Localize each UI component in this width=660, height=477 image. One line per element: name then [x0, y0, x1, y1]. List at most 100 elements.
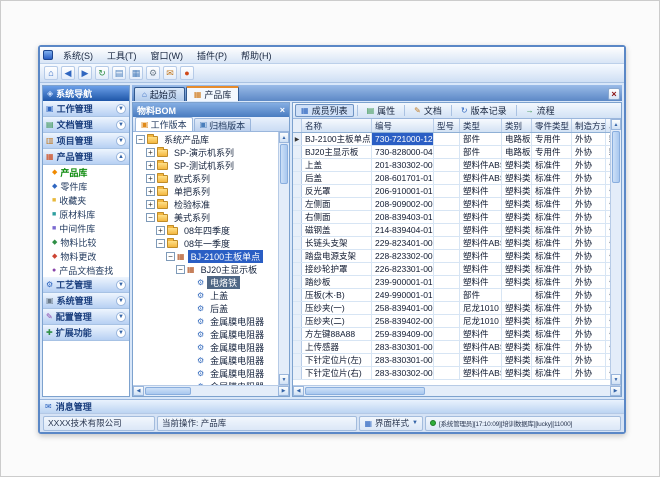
- tree-node[interactable]: ⚙金属膜电阻器: [133, 367, 278, 380]
- table-cell[interactable]: 压板(木·B): [302, 289, 372, 301]
- table-cell[interactable]: 接纱轮护罩: [302, 263, 372, 275]
- forward-icon[interactable]: ▶: [78, 66, 92, 80]
- table-cell[interactable]: 塑料类: [502, 185, 532, 197]
- table-cell[interactable]: 塑料件: [460, 354, 502, 366]
- column-header[interactable]: 名称: [302, 119, 372, 132]
- table-cell[interactable]: [434, 133, 460, 145]
- table-cell[interactable]: 283-830302-00E: [372, 367, 434, 379]
- table-row[interactable]: 压纱夹(一)258-839401-00E尼龙1010塑料类标准件外协条: [293, 302, 610, 315]
- table-cell[interactable]: 塑料件ABS: [460, 341, 502, 353]
- table-cell[interactable]: [434, 315, 460, 327]
- tree-node[interactable]: ⚙后盖: [133, 302, 278, 315]
- table-cell[interactable]: 259-839409-00E: [372, 328, 434, 340]
- table-cell[interactable]: 塑料件: [460, 328, 502, 340]
- table-cell[interactable]: 标准件: [532, 172, 572, 184]
- table-cell[interactable]: [434, 146, 460, 158]
- table-cell[interactable]: 208-601701-01E: [372, 172, 434, 184]
- tab-working-version[interactable]: ▣ 工作版本: [135, 117, 193, 131]
- table-cell[interactable]: BJ20主显示板: [302, 146, 372, 158]
- tree-node[interactable]: +欧式系列: [133, 172, 278, 185]
- tree-node[interactable]: +单把系列: [133, 185, 278, 198]
- tree-node[interactable]: −美式系列: [133, 211, 278, 224]
- table-cell[interactable]: 塑料类: [502, 341, 532, 353]
- table-cell[interactable]: 外协: [572, 250, 606, 262]
- table-cell[interactable]: 标准件: [532, 328, 572, 340]
- table-cell[interactable]: 外协: [572, 185, 606, 197]
- chevron-down-icon[interactable]: ▼: [116, 136, 126, 146]
- tree-toggle-minus-icon[interactable]: −: [156, 239, 165, 248]
- column-header[interactable]: 类型: [460, 119, 502, 132]
- row-selector[interactable]: [293, 159, 302, 171]
- tree-node[interactable]: −系统产品库: [133, 133, 278, 146]
- table-cell[interactable]: [434, 224, 460, 236]
- home-icon[interactable]: ⌂: [44, 66, 58, 80]
- row-selector[interactable]: [293, 302, 302, 314]
- column-header[interactable]: 类别: [502, 119, 532, 132]
- tree-node[interactable]: +SP-演示机系列: [133, 146, 278, 159]
- nav-group-system-mgmt[interactable]: ▣ 系统管理 ▼: [43, 293, 129, 309]
- table-cell[interactable]: 标准件: [532, 263, 572, 275]
- tree-node[interactable]: +08年四季度: [133, 224, 278, 237]
- nav-item-material-change[interactable]: ◆ 物料更改: [43, 249, 129, 263]
- table-cell[interactable]: 下针定位片(右): [302, 367, 372, 379]
- tab-member-list[interactable]: ▦ 成员列表: [295, 104, 354, 117]
- tree-node[interactable]: ⚙金属膜电阻器: [133, 328, 278, 341]
- tab-workflow[interactable]: → 流程: [520, 104, 561, 117]
- menu-item-1[interactable]: 工具(T): [101, 48, 143, 63]
- nav-group-work-mgmt[interactable]: ▣ 工作管理 ▼: [43, 101, 129, 117]
- table-cell[interactable]: 229-823401-00E: [372, 237, 434, 249]
- table-cell[interactable]: 外协: [572, 211, 606, 223]
- table-cell[interactable]: 外协: [572, 302, 606, 314]
- table-cell[interactable]: 标准件: [532, 276, 572, 288]
- table-cell[interactable]: 外协: [572, 224, 606, 236]
- table-cell[interactable]: 塑料类: [502, 367, 532, 379]
- table-cell[interactable]: 反光罩: [302, 185, 372, 197]
- table-cell[interactable]: 外协: [572, 315, 606, 327]
- table-row[interactable]: 右侧面208-839403-01E塑料件塑料类标准件外协条: [293, 211, 610, 224]
- table-cell[interactable]: 标准件: [532, 315, 572, 327]
- table-row[interactable]: 长链头支架229-823401-00E塑料件ABS塑料类标准件外协条: [293, 237, 610, 250]
- table-cell[interactable]: 踏纱板: [302, 276, 372, 288]
- table-row[interactable]: 上盖201-830302-00E塑料件ABS塑料类标准件外协条: [293, 159, 610, 172]
- tree-toggle-plus-icon[interactable]: +: [146, 200, 155, 209]
- refresh-icon[interactable]: ↻: [95, 66, 109, 80]
- tree-node[interactable]: ⚙电烙铁: [133, 276, 278, 289]
- scroll-left-icon[interactable]: ◀: [293, 386, 304, 396]
- table-cell[interactable]: [434, 159, 460, 171]
- scroll-up-icon[interactable]: ▲: [279, 132, 289, 143]
- tree-toggle-minus-icon[interactable]: −: [166, 252, 175, 261]
- table-cell[interactable]: 塑料件: [460, 224, 502, 236]
- row-selector[interactable]: [293, 185, 302, 197]
- table-row[interactable]: 踏盘电源支架228-823302-00E塑料件塑料类标准件外协条: [293, 250, 610, 263]
- table-cell[interactable]: 标准件: [532, 198, 572, 210]
- table-cell[interactable]: 标准件: [532, 224, 572, 236]
- tab-documents[interactable]: ✎ 文档: [408, 104, 448, 117]
- nav-group-project-mgmt[interactable]: ▥ 项目管理 ▼: [43, 133, 129, 149]
- table-cell[interactable]: 方左键88A88: [302, 328, 372, 340]
- table-cell[interactable]: 塑料类: [502, 354, 532, 366]
- row-selector[interactable]: [293, 263, 302, 275]
- row-selector[interactable]: [293, 172, 302, 184]
- table-cell[interactable]: 283-830301-00E: [372, 341, 434, 353]
- table-cell[interactable]: 下针定位片(左): [302, 354, 372, 366]
- table-cell[interactable]: 塑料类: [502, 328, 532, 340]
- nav-item-part-library[interactable]: ◆ 零件库: [43, 179, 129, 193]
- table-cell[interactable]: 外协: [572, 276, 606, 288]
- table-cell[interactable]: 尼龙1010: [460, 302, 502, 314]
- table-row[interactable]: 下针定位片(右)283-830302-00E塑料件ABS塑料类标准件外协条: [293, 367, 610, 380]
- status-style[interactable]: ▦ 界面样式 ▼: [359, 416, 423, 431]
- table-cell[interactable]: 塑料类: [502, 172, 532, 184]
- tree-toggle-minus-icon[interactable]: −: [176, 265, 185, 274]
- table-cell[interactable]: 外协: [572, 367, 606, 379]
- tree-node[interactable]: +检验标准: [133, 198, 278, 211]
- table-cell[interactable]: 塑料件: [460, 198, 502, 210]
- table-cell[interactable]: [434, 276, 460, 288]
- nav-item-product-library[interactable]: ◆ 产品库: [43, 165, 129, 179]
- table-row[interactable]: 压板(木·B)249-990001-01E部件标准件外协条: [293, 289, 610, 302]
- table-cell[interactable]: 标准件: [532, 367, 572, 379]
- table-cell[interactable]: 左侧面: [302, 198, 372, 210]
- table-cell[interactable]: 标准件: [532, 354, 572, 366]
- column-header[interactable]: 制造方式: [572, 119, 606, 132]
- table-cell[interactable]: [434, 250, 460, 262]
- grid-icon[interactable]: ▦: [129, 66, 143, 80]
